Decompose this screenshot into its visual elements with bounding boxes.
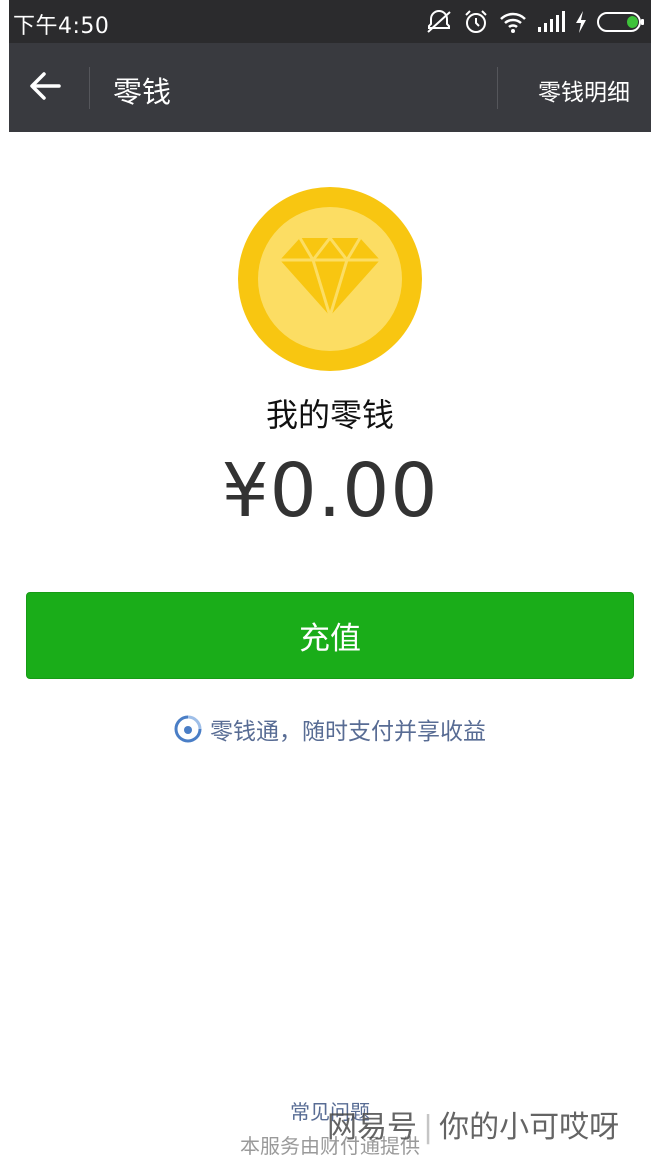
arrow-left-icon xyxy=(28,71,62,105)
balance-amount: ¥0.00 xyxy=(221,448,439,534)
watermark: 网易号 | 你的小可哎呀 xyxy=(327,1110,620,1145)
diamond-coin-icon xyxy=(238,187,422,371)
nav-divider xyxy=(497,67,498,109)
app-screen: 下午4:50 零钱 零钱明细 我的零钱 ¥0.00 充值 零钱通，随时支付并享收… xyxy=(9,0,651,1155)
signal-icon xyxy=(537,11,565,33)
watermark-source: 网易号 xyxy=(327,1110,417,1145)
mute-icon xyxy=(425,10,453,34)
nav-divider xyxy=(89,67,90,109)
balance-label: 我的零钱 xyxy=(265,396,394,434)
lingqiantong-icon xyxy=(174,715,202,743)
charging-icon xyxy=(575,11,587,33)
status-time: 下午4:50 xyxy=(13,14,110,39)
page-title: 零钱 xyxy=(113,75,172,109)
alarm-icon xyxy=(463,9,489,35)
battery-icon xyxy=(597,11,645,33)
status-icons xyxy=(425,9,645,35)
recharge-button[interactable]: 充值 xyxy=(26,592,634,679)
balance-details-link[interactable]: 零钱明细 xyxy=(538,73,630,107)
nav-bar: 零钱 零钱明细 xyxy=(9,43,651,132)
status-bar: 下午4:50 xyxy=(9,0,651,43)
lingqiantong-link[interactable]: 零钱通，随时支付并享收益 xyxy=(9,712,651,746)
wifi-icon xyxy=(499,11,527,33)
back-button[interactable] xyxy=(21,65,69,111)
lingqiantong-text: 零钱通，随时支付并享收益 xyxy=(210,719,486,745)
watermark-author: 你的小可哎呀 xyxy=(439,1110,620,1145)
wallet-content: 我的零钱 ¥0.00 充值 零钱通，随时支付并享收益 常见问题 本服务由财付通提… xyxy=(9,132,651,1155)
